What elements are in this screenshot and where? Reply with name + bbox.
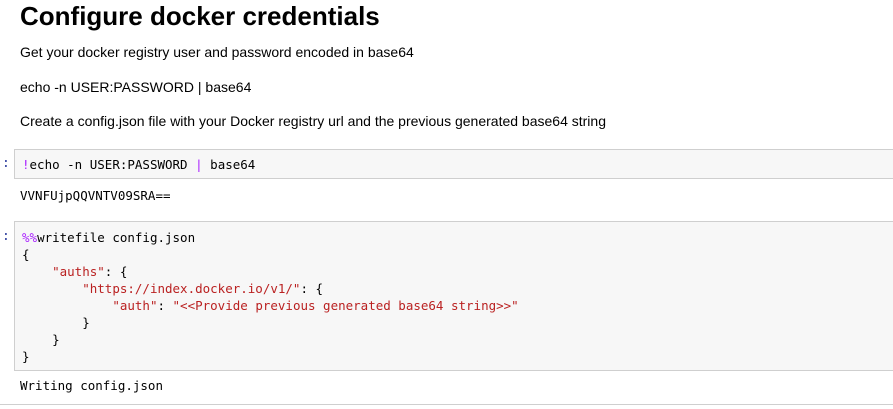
cell-output: VVNFUjpQQVNTV09SRA== — [20, 188, 171, 203]
shell-command: echo -n USER:PASSWORD — [29, 157, 196, 172]
json-value: "<<Provide previous generated base64 str… — [172, 298, 519, 313]
shell-command-rest: base64 — [202, 157, 256, 172]
brace: } — [22, 332, 60, 347]
magic-args: writefile config.json — [37, 230, 196, 245]
code-cell-input[interactable]: %%writefile config.json { "auths": { "ht… — [14, 221, 893, 371]
json-key: "auth" — [112, 298, 158, 313]
divider — [0, 404, 893, 405]
cell-output: Writing config.json — [20, 378, 163, 393]
code-line: { — [22, 246, 30, 263]
code-line: "https://index.docker.io/v1/": { — [22, 280, 323, 297]
instruction-text: Create a config.json file with your Dock… — [20, 113, 606, 129]
brace: } — [22, 349, 30, 364]
code-line: } — [22, 331, 60, 348]
brace: } — [22, 315, 90, 330]
pipe-operator: | — [195, 157, 203, 172]
brace: { — [22, 247, 30, 262]
cell-magic: %% — [22, 230, 38, 245]
json-key: "https://index.docker.io/v1/" — [82, 281, 301, 296]
command-text: echo -n USER:PASSWORD | base64 — [20, 79, 252, 95]
page-title: Configure docker credentials — [20, 1, 380, 31]
code-line: !echo -n USER:PASSWORD | base64 — [22, 156, 255, 173]
cell-prompt: : — [2, 156, 10, 171]
code-line: "auths": { — [22, 263, 127, 280]
code-line: } — [22, 348, 30, 365]
code-line: "auth": "<<Provide previous generated ba… — [22, 297, 519, 314]
description-text: Get your docker registry user and passwo… — [20, 44, 414, 60]
json-punct: : — [157, 298, 173, 313]
bang-operator: ! — [22, 157, 30, 172]
json-key: "auths" — [52, 264, 105, 279]
cell-prompt: : — [2, 229, 10, 244]
json-punct: : { — [300, 281, 324, 296]
code-line: } — [22, 314, 90, 331]
json-punct: : { — [104, 264, 128, 279]
code-line: %%writefile config.json — [22, 229, 195, 246]
code-cell-input[interactable]: !echo -n USER:PASSWORD | base64 — [14, 149, 893, 179]
